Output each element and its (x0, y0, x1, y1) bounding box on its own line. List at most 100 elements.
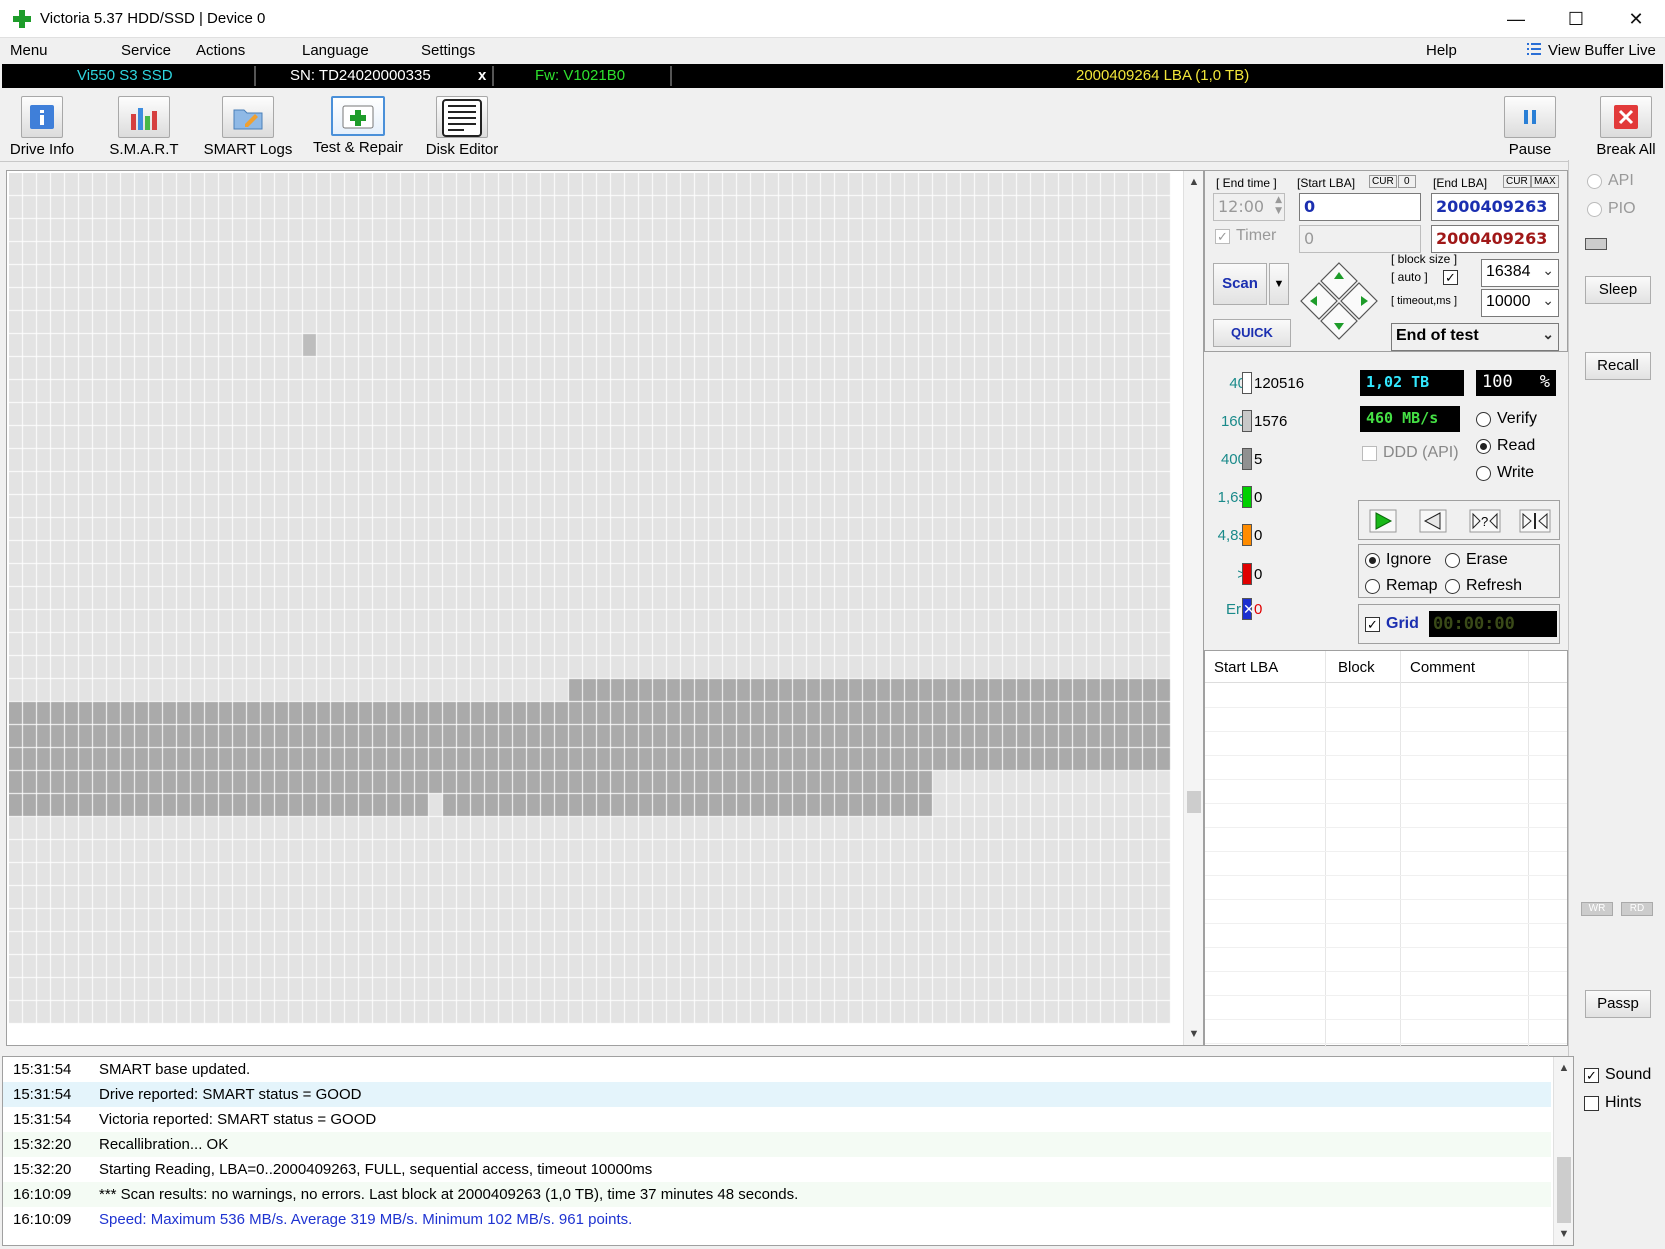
legend-count: 120516 (1254, 375, 1305, 392)
table-row (1205, 899, 1567, 900)
column-block[interactable]: Block (1338, 659, 1375, 676)
table-row (1205, 707, 1567, 708)
disk-editor-button[interactable]: Disk Editor (421, 90, 503, 162)
column-divider (1325, 651, 1326, 1047)
smart-button[interactable]: S.M.A.R.T (104, 90, 184, 162)
scan-dropdown-arrow-icon[interactable]: ▼ (1269, 263, 1289, 305)
sound-checkbox[interactable]: ✓ Sound (1584, 1066, 1651, 1084)
start-zero-button[interactable]: 0 (1398, 175, 1416, 188)
end-lba-current-input[interactable]: 2000409263 (1431, 225, 1559, 253)
start-lba-label: [Start LBA] (1297, 176, 1356, 190)
end-time-input[interactable]: 12:00 ▲ ▼ (1213, 193, 1285, 221)
column-start-lba[interactable]: Start LBA (1214, 659, 1278, 676)
direction-pad-icon[interactable] (1297, 259, 1381, 343)
stop-x-icon (1600, 96, 1652, 138)
write-radio[interactable]: Write (1476, 464, 1534, 482)
end-lba-input[interactable]: 2000409263 (1431, 193, 1559, 221)
log-entry[interactable]: 16:10:09 Speed: Maximum 536 MB/s. Average… (3, 1207, 1551, 1232)
hints-checkbox[interactable]: Hints (1584, 1094, 1641, 1112)
surface-scan-grid: ▲ ▼ (6, 170, 1204, 1046)
smart-logs-button[interactable]: SMART Logs (203, 90, 293, 162)
latency-legend: 40120516 1601576 4005 1,6s0 4,8s0 >0 Err✕0 (1204, 358, 1352, 622)
break-all-button[interactable]: Break All (1592, 90, 1660, 162)
menu-item-language[interactable]: Language (302, 42, 369, 59)
menu-item-settings[interactable]: Settings (421, 42, 475, 59)
scroll-down-arrow-icon[interactable]: ▼ (1184, 1025, 1204, 1043)
remap-radio[interactable]: Remap (1365, 577, 1438, 595)
start-cur-button[interactable]: CUR (1369, 175, 1397, 188)
lba-settings-group: [ End time ] [Start LBA] CUR 0 [End LBA]… (1204, 170, 1568, 352)
divider (492, 66, 494, 86)
scroll-up-arrow-icon[interactable]: ▲ (1184, 173, 1204, 191)
verify-radio[interactable]: Verify (1476, 410, 1537, 428)
table-row (1205, 995, 1567, 996)
start-lba-input[interactable]: 0 (1299, 193, 1421, 221)
scan-button[interactable]: Scan (1213, 263, 1267, 305)
recall-button[interactable]: Recall (1585, 352, 1651, 380)
rewind-icon[interactable] (1419, 509, 1447, 533)
grid-checkbox[interactable]: ✓ Grid (1365, 615, 1419, 633)
auto-checkbox[interactable]: ✓ (1443, 270, 1464, 285)
log-entry[interactable]: 15:31:54 SMART base updated. (3, 1057, 1551, 1082)
ddd-api-checkbox[interactable]: DDD (API) (1362, 444, 1459, 462)
timer-input[interactable]: 0 (1299, 225, 1421, 253)
ignore-radio[interactable]: Ignore (1365, 551, 1431, 569)
timer-checkbox[interactable]: ✓ Timer (1215, 227, 1276, 245)
log-message: Speed: Maximum 536 MB/s. Average 319 MB/… (99, 1211, 633, 1228)
close-window-button[interactable]: ✕ (1608, 0, 1664, 38)
scrollbar-thumb[interactable] (1187, 791, 1201, 813)
scroll-up-arrow-icon[interactable]: ▲ (1554, 1059, 1574, 1077)
sleep-button[interactable]: Sleep (1585, 276, 1651, 304)
maximize-button[interactable]: ☐ (1548, 0, 1604, 38)
block-size-select[interactable]: 16384 ⌄ (1481, 259, 1559, 287)
column-comment[interactable]: Comment (1410, 659, 1475, 676)
scroll-down-arrow-icon[interactable]: ▼ (1554, 1225, 1574, 1243)
test-repair-button[interactable]: Test & Repair (309, 90, 407, 162)
drive-info-button[interactable]: Drive Info (6, 90, 78, 162)
table-row (1205, 875, 1567, 876)
log-entry[interactable]: 16:10:09 *** Scan results: no warnings, n… (3, 1182, 1551, 1207)
play-icon[interactable] (1369, 509, 1397, 533)
erase-radio[interactable]: Erase (1445, 551, 1508, 569)
grid-scrollbar[interactable]: ▲ ▼ (1183, 171, 1203, 1045)
drive-model: Vi550 S3 SSD (77, 67, 173, 84)
api-radio[interactable]: API (1587, 172, 1634, 190)
log-entry[interactable]: 15:32:20 Starting Reading, LBA=0..2000409… (3, 1157, 1551, 1182)
menu-item-menu[interactable]: Menu (10, 42, 48, 59)
end-cur-button[interactable]: CUR (1503, 175, 1531, 188)
timeout-select[interactable]: 10000 ⌄ (1481, 289, 1559, 317)
passp-button[interactable]: Passp (1585, 990, 1651, 1018)
pause-button[interactable]: Pause (1500, 90, 1560, 162)
scrollbar-thumb[interactable] (1557, 1157, 1571, 1223)
divider (254, 66, 256, 86)
end-of-test-select[interactable]: End of test ⌄ (1391, 323, 1559, 351)
random-seek-icon[interactable]: ? (1469, 509, 1501, 533)
break-all-label: Break All (1596, 141, 1656, 158)
menu-item-actions[interactable]: Actions (196, 42, 245, 59)
table-row (1205, 947, 1567, 948)
log-message: Victoria reported: SMART status = GOOD (99, 1111, 377, 1128)
minimize-button[interactable]: — (1488, 0, 1544, 38)
divider (670, 66, 672, 86)
table-row (1205, 755, 1567, 756)
rd-indicator: RD (1621, 902, 1653, 916)
info-icon (21, 96, 63, 138)
log-entry[interactable]: 15:31:54 Victoria reported: SMART status … (3, 1107, 1551, 1132)
end-max-button[interactable]: MAX (1531, 175, 1559, 188)
refresh-radio[interactable]: Refresh (1445, 577, 1522, 595)
legend-swatch (1242, 410, 1252, 432)
menu-item-help[interactable]: Help (1426, 42, 1457, 59)
close-drive-button[interactable]: x (478, 67, 486, 84)
menu-item-service[interactable]: Service (121, 42, 171, 59)
log-entry[interactable]: 15:32:20 Recallibration... OK (3, 1132, 1551, 1157)
log-message: Starting Reading, LBA=0..2000409263, FUL… (99, 1161, 653, 1178)
table-header: Start LBA Block Comment (1205, 651, 1567, 1047)
error-x-icon: ✕ (1242, 598, 1255, 620)
view-buffer-live-button[interactable]: View Buffer Live (1548, 42, 1656, 59)
log-entry[interactable]: 15:31:54 Drive reported: SMART status = G… (3, 1082, 1551, 1107)
pio-radio[interactable]: PIO (1587, 200, 1636, 218)
read-radio[interactable]: Read (1476, 437, 1535, 455)
skip-to-end-icon[interactable] (1519, 509, 1551, 533)
quick-button[interactable]: QUICK (1213, 319, 1291, 347)
log-scrollbar[interactable]: ▲ ▼ (1553, 1057, 1573, 1245)
